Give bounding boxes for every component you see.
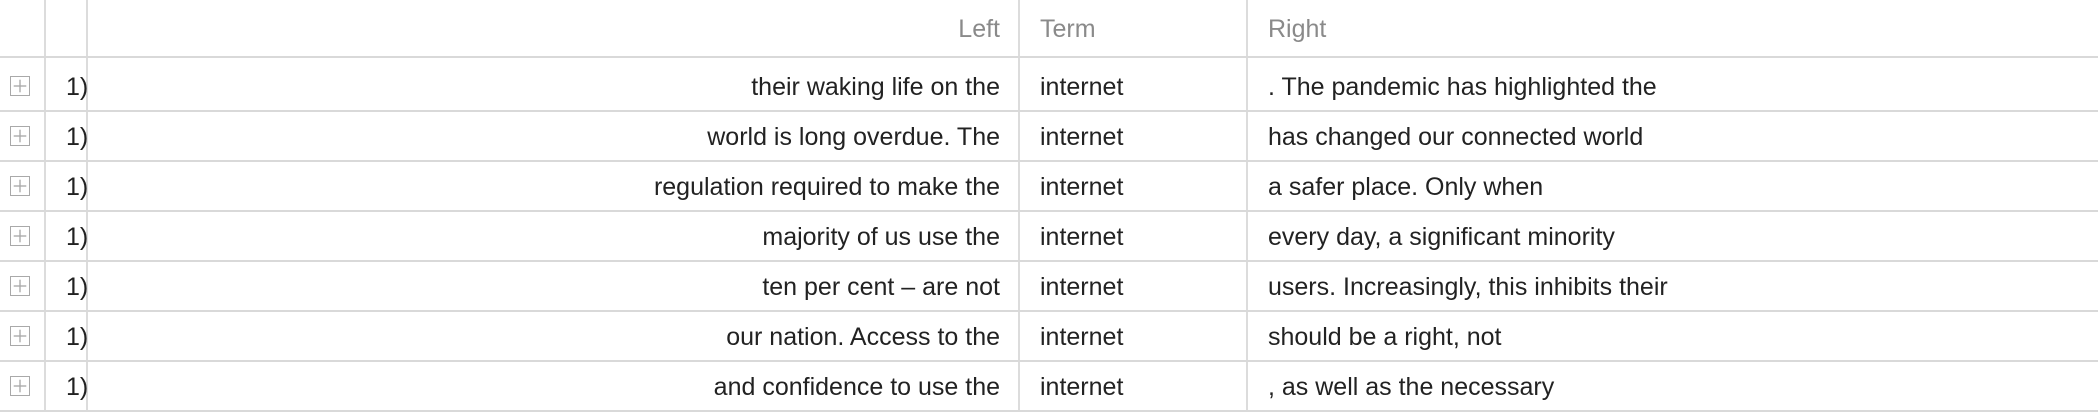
table-row[interactable]: 1) and confidence to use the internet , … [0, 362, 2098, 412]
left-context: our nation. Access to the [726, 323, 1000, 351]
column-header-left[interactable]: Left [90, 0, 1000, 58]
table-row[interactable]: 1) their waking life on the internet . T… [0, 62, 2098, 112]
expand-row-icon[interactable] [10, 176, 30, 196]
right-context: should be a right, not [1268, 323, 1502, 351]
term: internet [1040, 223, 1124, 251]
expand-row-icon[interactable] [10, 326, 30, 346]
right-context: every day, a significant minority [1268, 223, 1615, 251]
table-header: Left Term Right [0, 0, 2098, 58]
table-row[interactable]: 1) regulation required to make the inter… [0, 162, 2098, 212]
expand-row-icon[interactable] [10, 76, 30, 96]
table-row[interactable]: 1) our nation. Access to the internet sh… [0, 312, 2098, 362]
table-row[interactable]: 1) world is long overdue. The internet h… [0, 112, 2098, 162]
table-row[interactable]: 1) majority of us use the internet every… [0, 212, 2098, 262]
term: internet [1040, 273, 1124, 301]
term: internet [1040, 173, 1124, 201]
expand-row-icon[interactable] [10, 276, 30, 296]
column-header-right[interactable]: Right [1268, 0, 2088, 58]
term: internet [1040, 73, 1124, 101]
term: internet [1040, 373, 1124, 401]
left-context: and confidence to use the [713, 373, 1000, 401]
term: internet [1040, 323, 1124, 351]
expand-row-icon[interactable] [10, 126, 30, 146]
left-context: regulation required to make the [653, 173, 1000, 201]
right-context: a safer place. Only when [1268, 173, 1544, 201]
table-row[interactable]: 1) ten per cent – are not internet users… [0, 262, 2098, 312]
left-context: their waking life on the [751, 73, 1000, 101]
right-context: , as well as the necessary [1268, 373, 1555, 401]
expand-row-icon[interactable] [10, 376, 30, 396]
kwic-table: Left Term Right 1) their waking life on … [0, 0, 2098, 412]
left-context: ten per cent – are not [762, 273, 1000, 301]
left-context: majority of us use the [762, 223, 1000, 251]
right-context: . The pandemic has highlighted the [1268, 73, 1657, 101]
right-context: has changed our connected world [1268, 123, 1644, 151]
expand-row-icon[interactable] [10, 226, 30, 246]
column-header-term[interactable]: Term [1040, 0, 1240, 58]
term: internet [1040, 123, 1124, 151]
left-context: world is long overdue. The [707, 123, 1000, 151]
right-context: users. Increasingly, this inhibits their [1268, 273, 1668, 301]
